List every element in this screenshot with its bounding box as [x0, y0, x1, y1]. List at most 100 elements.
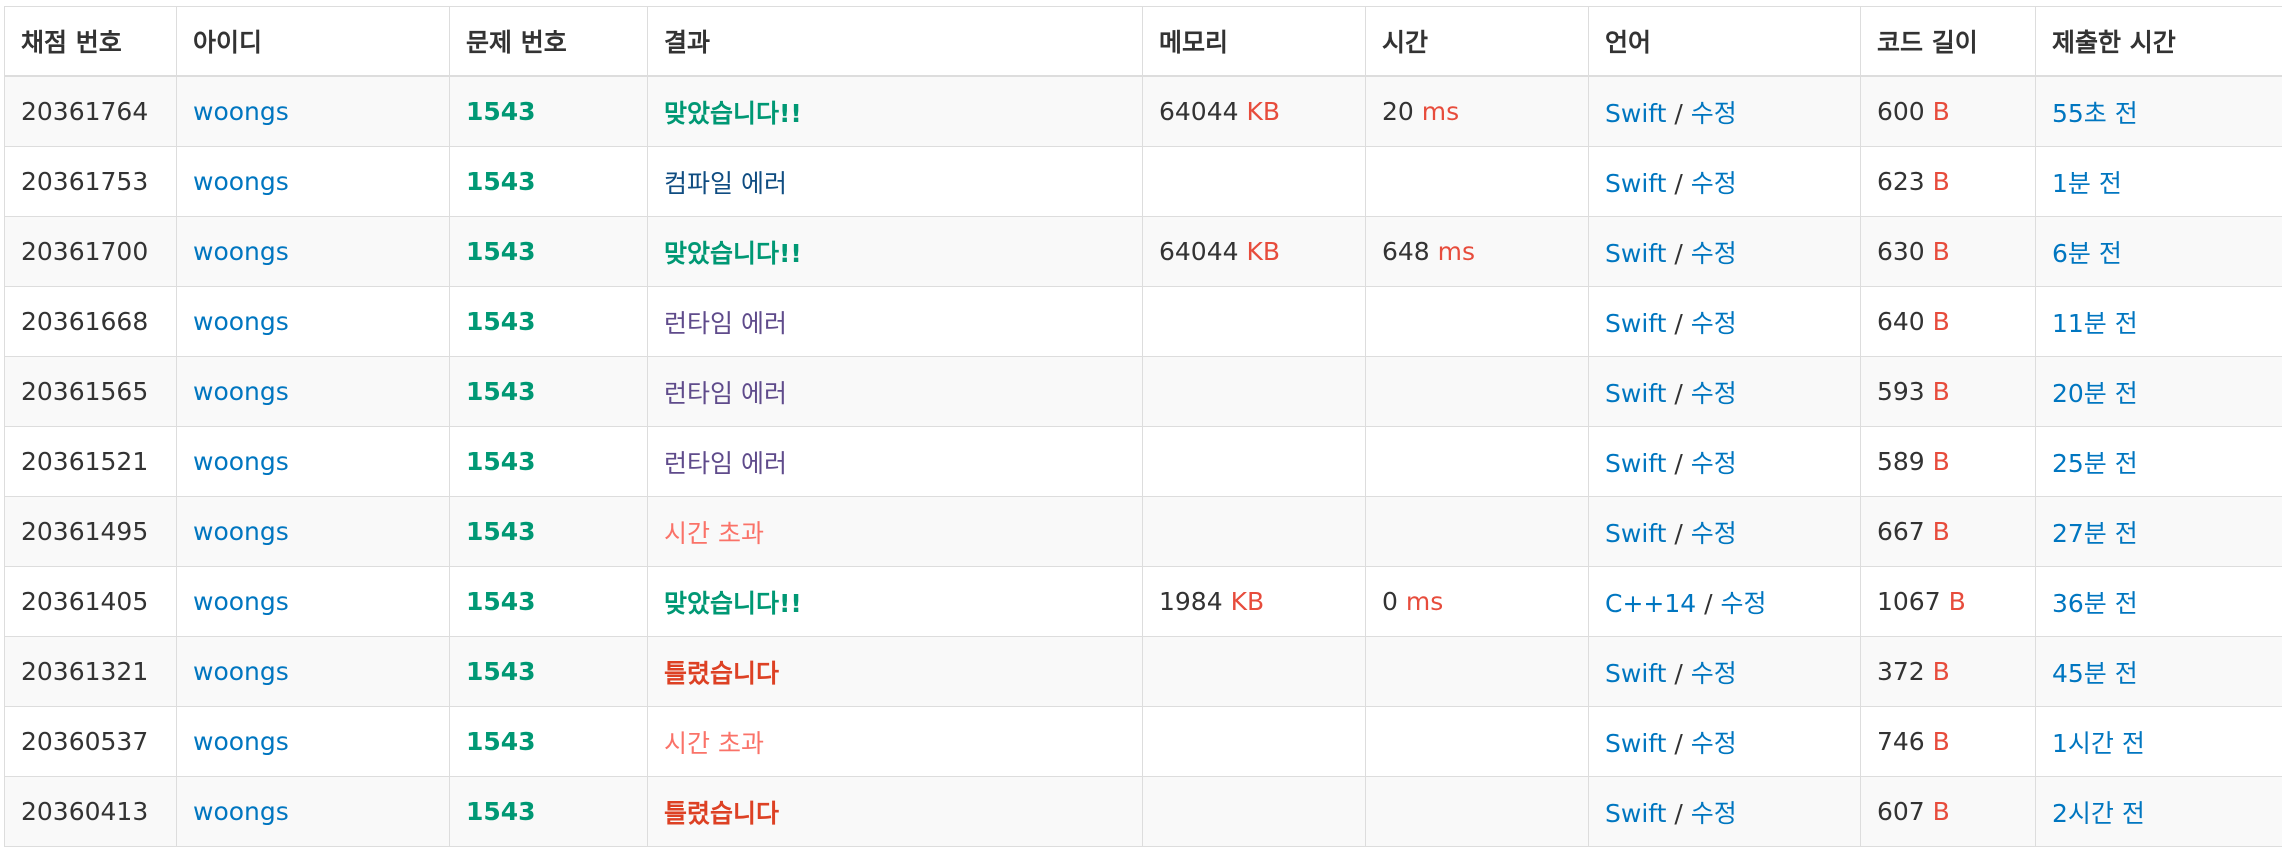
submitted-at-link[interactable]: 11분 전: [2052, 309, 2138, 338]
result-text: 런타임 에러: [664, 308, 787, 338]
code-length-cell: 372 B: [1860, 636, 2036, 707]
problem-link[interactable]: 1543: [466, 727, 536, 756]
edit-link[interactable]: 수정: [1691, 729, 1737, 758]
language-cell: Swift / 수정: [1588, 496, 1861, 567]
result-text: 시간 초과: [664, 518, 764, 548]
edit-link[interactable]: 수정: [1721, 589, 1767, 618]
language-cell: Swift / 수정: [1588, 776, 1861, 847]
user-link[interactable]: woongs: [193, 237, 289, 266]
edit-link[interactable]: 수정: [1691, 99, 1737, 128]
language-link[interactable]: Swift: [1605, 449, 1666, 478]
submission-id: 20361764: [21, 97, 149, 126]
user-link[interactable]: woongs: [193, 377, 289, 406]
submission-id-cell: 20360537: [4, 706, 177, 777]
edit-link[interactable]: 수정: [1691, 309, 1737, 338]
user-link[interactable]: woongs: [193, 587, 289, 616]
user-link[interactable]: woongs: [193, 517, 289, 546]
header-problem-id: 문제 번호: [449, 6, 648, 77]
problem-link[interactable]: 1543: [466, 97, 536, 126]
time-cell: 648 ms: [1365, 216, 1589, 287]
edit-link[interactable]: 수정: [1691, 659, 1737, 688]
language-separator: /: [1674, 168, 1683, 198]
language-separator: /: [1704, 588, 1713, 618]
problem-link[interactable]: 1543: [466, 657, 536, 686]
edit-link[interactable]: 수정: [1691, 169, 1737, 198]
memory-cell: [1142, 286, 1366, 357]
time-unit: ms: [1405, 587, 1444, 616]
submission-id-cell: 20361668: [4, 286, 177, 357]
submission-id: 20360413: [21, 797, 149, 826]
code-length-unit: B: [1932, 167, 1950, 196]
language-separator: /: [1674, 798, 1683, 828]
memory-cell: [1142, 706, 1366, 777]
submitted-at-cell: 45분 전: [2035, 636, 2282, 707]
language-link[interactable]: Swift: [1605, 729, 1666, 758]
edit-link[interactable]: 수정: [1691, 519, 1737, 548]
problem-link[interactable]: 1543: [466, 167, 536, 196]
user-link[interactable]: woongs: [193, 447, 289, 476]
edit-link[interactable]: 수정: [1691, 799, 1737, 828]
problem-link[interactable]: 1543: [466, 237, 536, 266]
problem-link[interactable]: 1543: [466, 377, 536, 406]
language-cell: Swift / 수정: [1588, 75, 1861, 147]
submitted-at-link[interactable]: 6분 전: [2052, 239, 2122, 268]
header-submitted-at: 제출한 시간: [2035, 6, 2282, 77]
table-row: 20361495 woongs 1543 시간 초과 Swift / 수정 667 B 27…: [4, 496, 2282, 567]
submitted-at-link[interactable]: 2시간 전: [2052, 799, 2145, 828]
language-link[interactable]: Swift: [1605, 99, 1666, 128]
code-length-value: 600: [1877, 97, 1925, 126]
submitted-at-link[interactable]: 1시간 전: [2052, 729, 2145, 758]
result-text: 런타임 에러: [664, 378, 787, 408]
submitted-at-cell: 27분 전: [2035, 496, 2282, 567]
submitted-at-link[interactable]: 36분 전: [2052, 589, 2138, 618]
submitted-at-link[interactable]: 55초 전: [2052, 99, 2138, 128]
table-row: 20361521 woongs 1543 런타임 에러 Swift / 수정 589 B2…: [4, 426, 2282, 497]
time-unit: ms: [1421, 97, 1460, 126]
submission-id: 20361753: [21, 167, 149, 196]
memory-cell: [1142, 356, 1366, 427]
user-link[interactable]: woongs: [193, 97, 289, 126]
language-link[interactable]: Swift: [1605, 379, 1666, 408]
time-cell: [1365, 426, 1589, 497]
user-id-cell: woongs: [176, 286, 450, 357]
code-length-cell: 589 B: [1860, 426, 2036, 497]
memory-cell: 64044 KB: [1142, 75, 1366, 147]
problem-link[interactable]: 1543: [466, 797, 536, 826]
user-link[interactable]: woongs: [193, 657, 289, 686]
submitted-at-link[interactable]: 20분 전: [2052, 379, 2138, 408]
problem-link[interactable]: 1543: [466, 517, 536, 546]
code-length-unit: B: [1932, 517, 1950, 546]
edit-link[interactable]: 수정: [1691, 239, 1737, 268]
memory-value: 64044: [1159, 97, 1239, 126]
problem-link[interactable]: 1543: [466, 587, 536, 616]
language-link[interactable]: Swift: [1605, 309, 1666, 338]
code-length-cell: 1067 B: [1860, 566, 2036, 637]
user-link[interactable]: woongs: [193, 797, 289, 826]
problem-link[interactable]: 1543: [466, 307, 536, 336]
language-link[interactable]: Swift: [1605, 169, 1666, 198]
code-length-value: 746: [1877, 727, 1925, 756]
submitted-at-link[interactable]: 27분 전: [2052, 519, 2138, 548]
result-cell: 맞았습니다!!: [647, 566, 1143, 637]
user-link[interactable]: woongs: [193, 167, 289, 196]
submitted-at-link[interactable]: 1분 전: [2052, 169, 2122, 198]
language-link[interactable]: C++14: [1605, 589, 1696, 618]
language-link[interactable]: Swift: [1605, 799, 1666, 828]
code-length-unit: B: [1932, 97, 1950, 126]
submitted-at-link[interactable]: 25분 전: [2052, 449, 2138, 478]
problem-id-cell: 1543: [449, 146, 648, 217]
table-row: 20361565 woongs 1543 런타임 에러 Swift / 수정 593 B2…: [4, 356, 2282, 427]
edit-link[interactable]: 수정: [1691, 379, 1737, 408]
table-row: 20361321 woongs 1543 틀렸습니다 Swift / 수정 372 B 45…: [4, 636, 2282, 707]
language-link[interactable]: Swift: [1605, 519, 1666, 548]
language-link[interactable]: Swift: [1605, 239, 1666, 268]
user-link[interactable]: woongs: [193, 727, 289, 756]
submitted-at-link[interactable]: 45분 전: [2052, 659, 2138, 688]
language-cell: Swift / 수정: [1588, 216, 1861, 287]
edit-link[interactable]: 수정: [1691, 449, 1737, 478]
language-link[interactable]: Swift: [1605, 659, 1666, 688]
status-page: 채점 번호 아이디 문제 번호 결과 메모리 시간 언어 코드 길이 제출한 시…: [0, 0, 2282, 848]
user-id-cell: woongs: [176, 776, 450, 847]
problem-link[interactable]: 1543: [466, 447, 536, 476]
user-link[interactable]: woongs: [193, 307, 289, 336]
